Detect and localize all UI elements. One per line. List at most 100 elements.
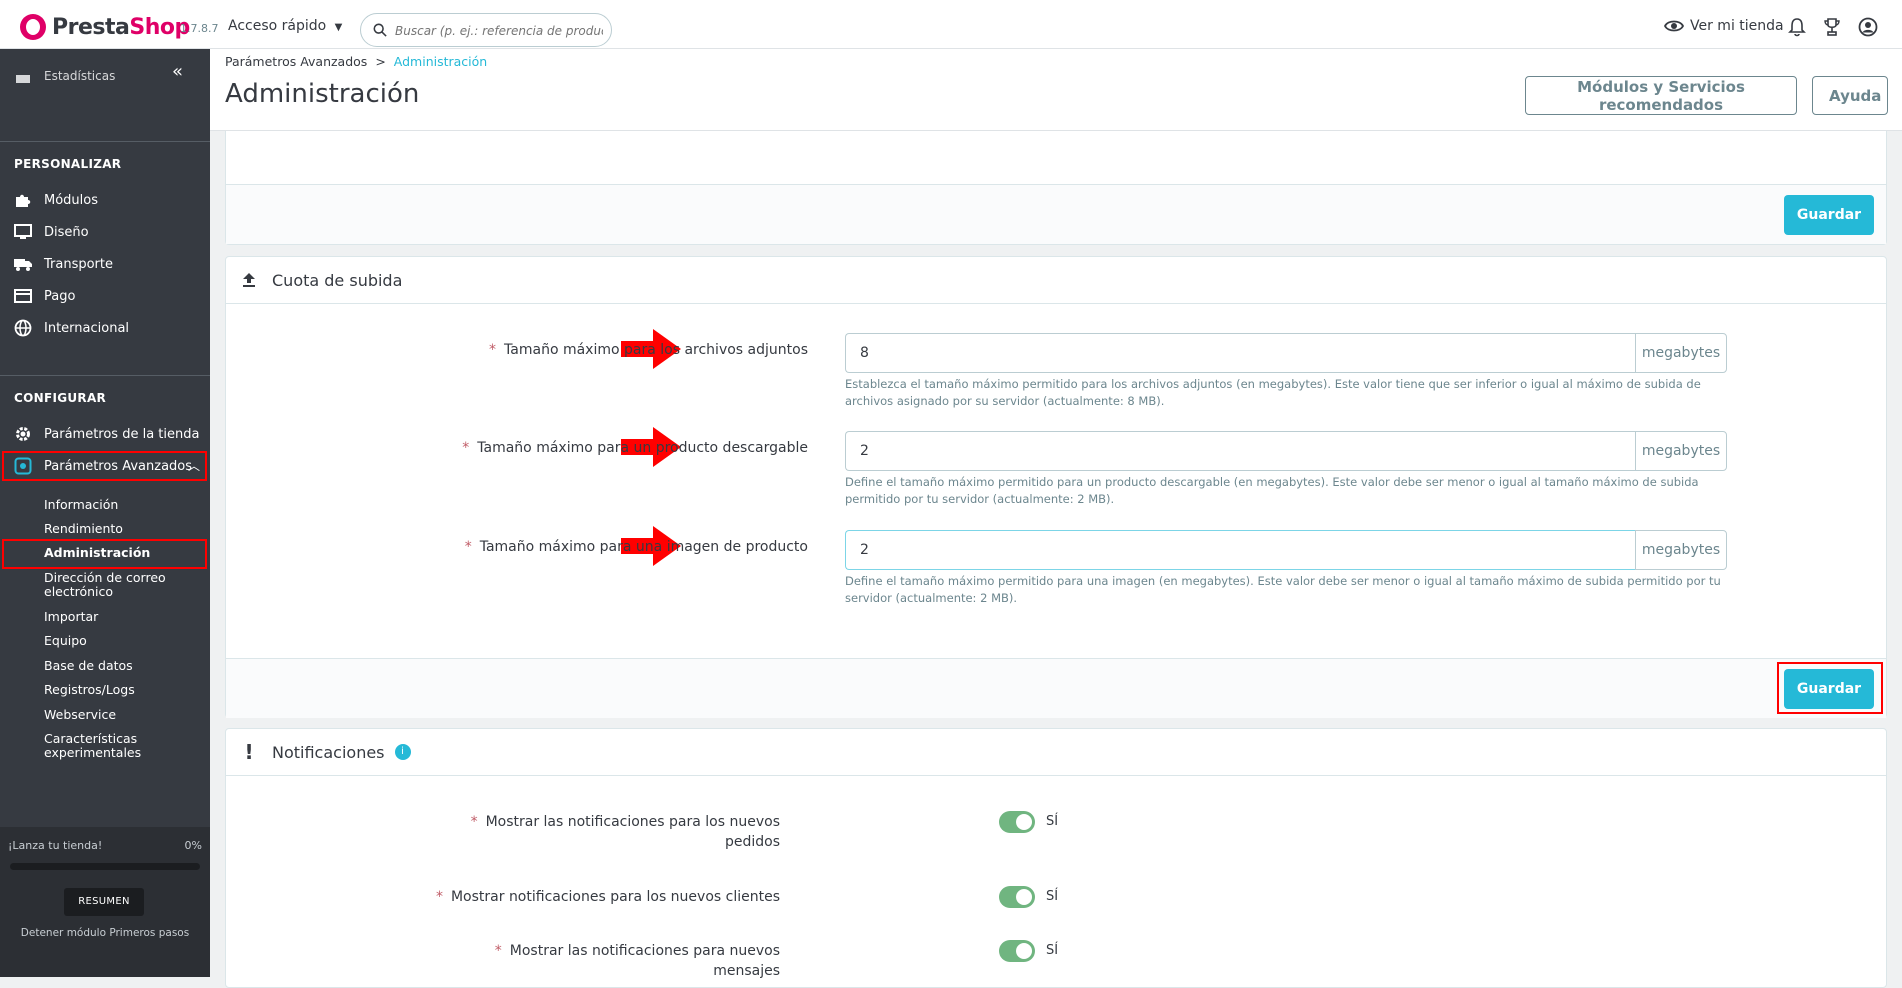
credit-card-icon [14,289,32,303]
launch-percent: 0% [184,839,202,852]
input-group-product-image: megabytes [845,530,1727,570]
sidebar-subitem-database[interactable]: Base de datos [44,659,133,673]
previous-panel: Guardar [225,131,1887,245]
notifications-panel: ! Notificaciones i * Mostrar las notifica… [225,728,1887,988]
info-icon[interactable]: i [394,744,411,760]
required-asterisk: * [464,539,472,555]
sidebar-item-label: Parámetros de la tienda [44,426,200,442]
monitor-icon [14,224,32,239]
unit-addon: megabytes [1635,431,1727,471]
sidebar-item-statistics[interactable]: Estadísticas [0,61,210,91]
breadcrumb-separator: > [375,54,386,69]
sidebar-divider [0,141,210,142]
sidebar-subitem-team[interactable]: Equipo [44,634,87,648]
sidebar-item-shipping[interactable]: Transporte [0,249,210,279]
save-button-previous[interactable]: Guardar [1784,195,1874,235]
max-downloadable-size-input[interactable] [845,431,1635,471]
sidebar: « Estadísticas PERSONALIZAR Módulos Dise… [0,49,210,977]
puzzle-icon [16,194,31,207]
sidebar-item-label: Estadísticas [44,69,116,83]
search-box [360,13,612,47]
required-asterisk: * [489,342,497,358]
new-customers-toggle[interactable] [999,886,1035,908]
max-image-size-input[interactable] [845,530,1635,570]
sidebar-subitem-logs[interactable]: Registros/Logs [44,683,135,697]
sidebar-subitem-performance[interactable]: Rendimiento [44,522,123,536]
recommended-modules-button[interactable]: Módulos y Servicios recomendados [1525,76,1797,115]
panel-title: Notificaciones [272,742,385,762]
search-input[interactable] [393,20,605,42]
stop-onboarding-link[interactable]: Detener módulo Primeros pasos [0,927,210,939]
breadcrumb-parent[interactable]: Parámetros Avanzados [225,54,367,69]
top-header: PrestaShop 1.7.8.7 Acceso rápido ▼ Ver m… [0,0,1902,49]
input-group-attachments: megabytes [845,333,1727,373]
required-asterisk: * [494,943,502,959]
sidebar-subitem-webservice[interactable]: Webservice [44,708,116,722]
notification-label-customers: * Mostrar notificaciones para los nuevos … [435,889,780,905]
required-asterisk: * [435,889,443,905]
sidebar-subitem-email[interactable]: Dirección de correo electrónico [44,571,184,599]
bell-icon[interactable] [1787,17,1807,37]
onboarding-widget: ¡Lanza tu tienda! 0% RESUMEN Detener mód… [0,827,210,977]
eye-icon [1664,20,1684,32]
view-store-label: Ver mi tienda [1690,18,1784,34]
truck-icon [14,259,32,271]
panel-footer: Guardar [226,184,1886,244]
help-button[interactable]: Ayuda [1812,76,1888,115]
user-account-icon[interactable] [1858,17,1878,37]
trophy-icon[interactable] [1822,17,1842,37]
sidebar-item-label: Transporte [44,256,113,272]
sidebar-item-shop-parameters[interactable]: Parámetros de la tienda [0,419,210,449]
sidebar-item-label: Módulos [44,192,98,208]
notification-label-orders: * Mostrar las notificaciones para los nue… [470,814,780,850]
sidebar-item-payment[interactable]: Pago [0,281,210,311]
page-header: Parámetros Avanzados > Administración Ad… [210,49,1902,131]
panel-heading: ! Notificaciones i [226,729,1886,776]
field-label-product-image: * Tamaño máximo para una imagen de produc… [464,539,808,555]
logo-text-prefix: Presta [52,14,130,40]
new-messages-toggle[interactable] [999,940,1035,962]
panel-title: Cuota de subida [272,270,403,290]
globe-icon [14,319,32,337]
sidebar-item-design[interactable]: Diseño [0,217,210,247]
sidebar-subitem-import[interactable]: Importar [44,610,98,624]
sidebar-subitem-experimental[interactable]: Características experimentales [44,732,184,760]
toggle-value: SÍ [1046,889,1059,904]
help-text: Establezca el tamaño máximo permitido pa… [845,377,1701,408]
panel-heading: Cuota de subida [226,257,1886,304]
prestashop-logo[interactable]: PrestaShop [20,14,190,40]
view-store-link[interactable]: Ver mi tienda [1664,18,1784,34]
section-title-personalize: PERSONALIZAR [14,157,122,171]
sidebar-item-international[interactable]: Internacional [0,313,210,343]
quick-access-label: Acceso rápido [228,18,327,34]
launch-progress-bar [10,863,200,870]
help-text: Define el tamaño máximo permitido para u… [845,574,1721,605]
new-orders-toggle[interactable] [999,811,1035,833]
field-label-attachments: * Tamaño máximo para los archivos adjunto… [489,342,808,358]
quick-access-dropdown[interactable]: Acceso rápido ▼ [228,18,342,34]
puffin-logo-icon [20,14,46,40]
page-title: Administración [225,79,420,109]
max-attachment-size-input[interactable] [845,333,1635,373]
breadcrumb: Parámetros Avanzados > Administración [225,54,487,69]
resume-button[interactable]: RESUMEN [64,888,144,916]
sidebar-divider [0,375,210,376]
sidebar-item-label: Pago [44,288,76,304]
sidebar-item-modules[interactable]: Módulos [0,185,210,215]
unit-addon: megabytes [1635,530,1727,570]
sidebar-subitem-information[interactable]: Información [44,498,118,512]
upload-quota-panel: Cuota de subida * Tamaño máximo para los … [225,256,1887,718]
input-group-downloadable: megabytes [845,431,1727,471]
toggle-knob [1016,943,1032,959]
sidebar-item-label: Internacional [44,320,130,336]
launch-store-label: ¡Lanza tu tienda! [8,839,103,852]
notification-label-messages: * Mostrar las notificaciones para nuevos … [494,943,780,979]
unit-addon: megabytes [1635,333,1727,373]
required-asterisk: * [470,814,478,830]
field-label-downloadable: * Tamaño máximo para un producto descarga… [462,440,808,456]
required-asterisk: * [462,440,470,456]
toggle-knob [1016,814,1032,830]
search-icon [373,23,387,37]
sidebar-item-label: Diseño [44,224,89,240]
highlight-administration [2,539,207,569]
